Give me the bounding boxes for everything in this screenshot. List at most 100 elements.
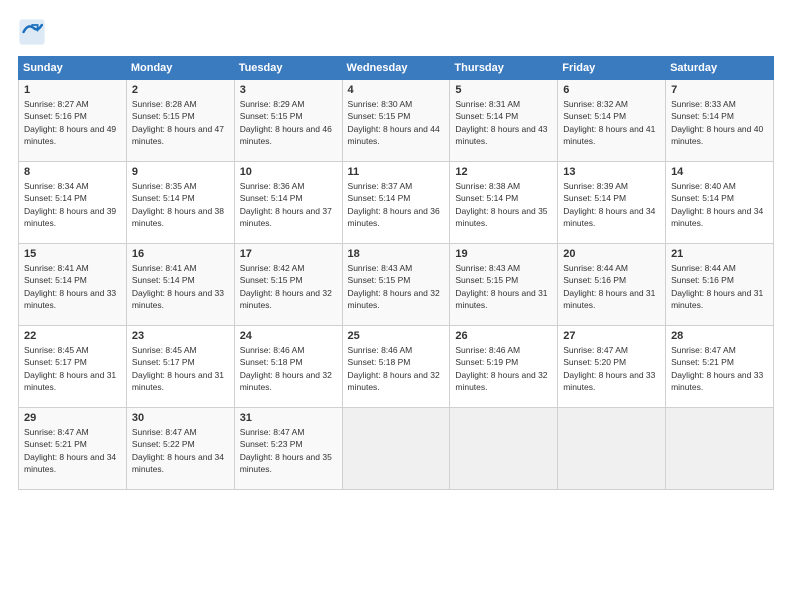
calendar-cell: 3 Sunrise: 8:29 AMSunset: 5:15 PMDaylight…: [234, 80, 342, 162]
day-number: 26: [455, 330, 552, 342]
day-info: Sunrise: 8:46 AMSunset: 5:18 PMDaylight:…: [348, 344, 445, 393]
day-number: 25: [348, 330, 445, 342]
day-info: Sunrise: 8:40 AMSunset: 5:14 PMDaylight:…: [671, 180, 768, 229]
day-number: 2: [132, 84, 229, 96]
day-info: Sunrise: 8:31 AMSunset: 5:14 PMDaylight:…: [455, 98, 552, 147]
calendar-cell: 9Sunrise: 8:35 AMSunset: 5:14 PMDaylight…: [126, 162, 234, 244]
calendar-cell: 31Sunrise: 8:47 AMSunset: 5:23 PMDayligh…: [234, 408, 342, 490]
calendar-cell: 28 Sunrise: 8:47 AMSunset: 5:21 PMDayligh…: [666, 326, 774, 408]
day-info: Sunrise: 8:28 AMSunset: 5:15 PMDaylight:…: [132, 98, 229, 147]
day-number: 8: [24, 166, 121, 178]
day-number: 15: [24, 248, 121, 260]
day-info: Sunrise: 8:44 AMSunset: 5:16 PMDaylight:…: [563, 262, 660, 311]
calendar-cell: [450, 408, 558, 490]
calendar-cell: 19 Sunrise: 8:43 AMSunset: 5:15 PMDayligh…: [450, 244, 558, 326]
calendar-cell: 1Sunrise: 8:27 AMSunset: 5:16 PMDaylight…: [19, 80, 127, 162]
day-number: 18: [348, 248, 445, 260]
day-info: Sunrise: 8:43 AMSunset: 5:15 PMDaylight:…: [455, 262, 552, 311]
header: [18, 18, 774, 46]
calendar-table: SundayMondayTuesdayWednesdayThursdayFrid…: [18, 56, 774, 490]
day-number: 27: [563, 330, 660, 342]
calendar-cell: 23 Sunrise: 8:45 AMSunset: 5:17 PMDayligh…: [126, 326, 234, 408]
day-number: 17: [240, 248, 337, 260]
calendar-cell: 24Sunrise: 8:46 AMSunset: 5:18 PMDayligh…: [234, 326, 342, 408]
calendar-cell: 15 Sunrise: 8:41 AMSunset: 5:14 PMDayligh…: [19, 244, 127, 326]
day-info: Sunrise: 8:38 AMSunset: 5:14 PMDaylight:…: [455, 180, 552, 229]
day-info: Sunrise: 8:47 AMSunset: 5:23 PMDaylight:…: [240, 426, 337, 475]
day-number: 16: [132, 248, 229, 260]
day-info: Sunrise: 8:44 AMSunset: 5:16 PMDaylight:…: [671, 262, 768, 311]
calendar-week-row: 22 Sunrise: 8:45 AMSunset: 5:17 PMDayligh…: [19, 326, 774, 408]
calendar-cell: 5 Sunrise: 8:31 AMSunset: 5:14 PMDaylight…: [450, 80, 558, 162]
header-sunday: Sunday: [19, 57, 127, 80]
calendar-cell: 29 Sunrise: 8:47 AMSunset: 5:21 PMDayligh…: [19, 408, 127, 490]
day-number: 5: [455, 84, 552, 96]
day-info: Sunrise: 8:41 AMSunset: 5:14 PMDaylight:…: [132, 262, 229, 311]
day-number: 6: [563, 84, 660, 96]
day-info: Sunrise: 8:45 AMSunset: 5:17 PMDaylight:…: [24, 344, 121, 393]
day-info: Sunrise: 8:47 AMSunset: 5:21 PMDaylight:…: [671, 344, 768, 393]
calendar-cell: 21Sunrise: 8:44 AMSunset: 5:16 PMDayligh…: [666, 244, 774, 326]
calendar-week-row: 8 Sunrise: 8:34 AMSunset: 5:14 PMDaylight…: [19, 162, 774, 244]
header-friday: Friday: [558, 57, 666, 80]
day-info: Sunrise: 8:41 AMSunset: 5:14 PMDaylight:…: [24, 262, 121, 311]
calendar-cell: 30 Sunrise: 8:47 AMSunset: 5:22 PMDayligh…: [126, 408, 234, 490]
calendar-cell: 27Sunrise: 8:47 AMSunset: 5:20 PMDayligh…: [558, 326, 666, 408]
calendar-cell: 13Sunrise: 8:39 AMSunset: 5:14 PMDayligh…: [558, 162, 666, 244]
calendar-header-row: SundayMondayTuesdayWednesdayThursdayFrid…: [19, 57, 774, 80]
header-tuesday: Tuesday: [234, 57, 342, 80]
calendar-cell: 10 Sunrise: 8:36 AMSunset: 5:14 PMDayligh…: [234, 162, 342, 244]
day-info: Sunrise: 8:32 AMSunset: 5:14 PMDaylight:…: [563, 98, 660, 147]
day-info: Sunrise: 8:42 AMSunset: 5:15 PMDaylight:…: [240, 262, 337, 311]
day-number: 29: [24, 412, 121, 424]
day-number: 30: [132, 412, 229, 424]
calendar-cell: 17 Sunrise: 8:42 AMSunset: 5:15 PMDayligh…: [234, 244, 342, 326]
calendar-cell: 11Sunrise: 8:37 AMSunset: 5:14 PMDayligh…: [342, 162, 450, 244]
day-number: 3: [240, 84, 337, 96]
day-info: Sunrise: 8:47 AMSunset: 5:21 PMDaylight:…: [24, 426, 121, 475]
day-number: 7: [671, 84, 768, 96]
header-saturday: Saturday: [666, 57, 774, 80]
day-number: 24: [240, 330, 337, 342]
calendar-week-row: 29 Sunrise: 8:47 AMSunset: 5:21 PMDayligh…: [19, 408, 774, 490]
day-number: 28: [671, 330, 768, 342]
header-thursday: Thursday: [450, 57, 558, 80]
day-info: Sunrise: 8:35 AMSunset: 5:14 PMDaylight:…: [132, 180, 229, 229]
day-number: 23: [132, 330, 229, 342]
day-number: 12: [455, 166, 552, 178]
day-info: Sunrise: 8:29 AMSunset: 5:15 PMDaylight:…: [240, 98, 337, 147]
calendar-cell: [558, 408, 666, 490]
day-info: Sunrise: 8:27 AMSunset: 5:16 PMDaylight:…: [24, 98, 121, 147]
calendar-cell: 22 Sunrise: 8:45 AMSunset: 5:17 PMDayligh…: [19, 326, 127, 408]
calendar-cell: 12 Sunrise: 8:38 AMSunset: 5:14 PMDayligh…: [450, 162, 558, 244]
day-number: 19: [455, 248, 552, 260]
day-info: Sunrise: 8:30 AMSunset: 5:15 PMDaylight:…: [348, 98, 445, 147]
day-number: 11: [348, 166, 445, 178]
day-number: 13: [563, 166, 660, 178]
header-wednesday: Wednesday: [342, 57, 450, 80]
calendar-cell: 6 Sunrise: 8:32 AMSunset: 5:14 PMDaylight…: [558, 80, 666, 162]
calendar-cell: 16 Sunrise: 8:41 AMSunset: 5:14 PMDayligh…: [126, 244, 234, 326]
day-number: 14: [671, 166, 768, 178]
day-info: Sunrise: 8:34 AMSunset: 5:14 PMDaylight:…: [24, 180, 121, 229]
day-number: 20: [563, 248, 660, 260]
logo-icon: [18, 18, 46, 46]
calendar-cell: 20 Sunrise: 8:44 AMSunset: 5:16 PMDayligh…: [558, 244, 666, 326]
day-info: Sunrise: 8:46 AMSunset: 5:19 PMDaylight:…: [455, 344, 552, 393]
page: SundayMondayTuesdayWednesdayThursdayFrid…: [0, 0, 792, 612]
calendar-cell: 2 Sunrise: 8:28 AMSunset: 5:15 PMDaylight…: [126, 80, 234, 162]
calendar-cell: 14 Sunrise: 8:40 AMSunset: 5:14 PMDayligh…: [666, 162, 774, 244]
calendar-cell: 25 Sunrise: 8:46 AMSunset: 5:18 PMDayligh…: [342, 326, 450, 408]
header-monday: Monday: [126, 57, 234, 80]
calendar-cell: [666, 408, 774, 490]
day-number: 22: [24, 330, 121, 342]
calendar-cell: [342, 408, 450, 490]
day-info: Sunrise: 8:36 AMSunset: 5:14 PMDaylight:…: [240, 180, 337, 229]
day-number: 10: [240, 166, 337, 178]
day-info: Sunrise: 8:45 AMSunset: 5:17 PMDaylight:…: [132, 344, 229, 393]
calendar-cell: 7Sunrise: 8:33 AMSunset: 5:14 PMDaylight…: [666, 80, 774, 162]
calendar-week-row: 15 Sunrise: 8:41 AMSunset: 5:14 PMDayligh…: [19, 244, 774, 326]
day-info: Sunrise: 8:43 AMSunset: 5:15 PMDaylight:…: [348, 262, 445, 311]
day-info: Sunrise: 8:47 AMSunset: 5:22 PMDaylight:…: [132, 426, 229, 475]
day-number: 4: [348, 84, 445, 96]
